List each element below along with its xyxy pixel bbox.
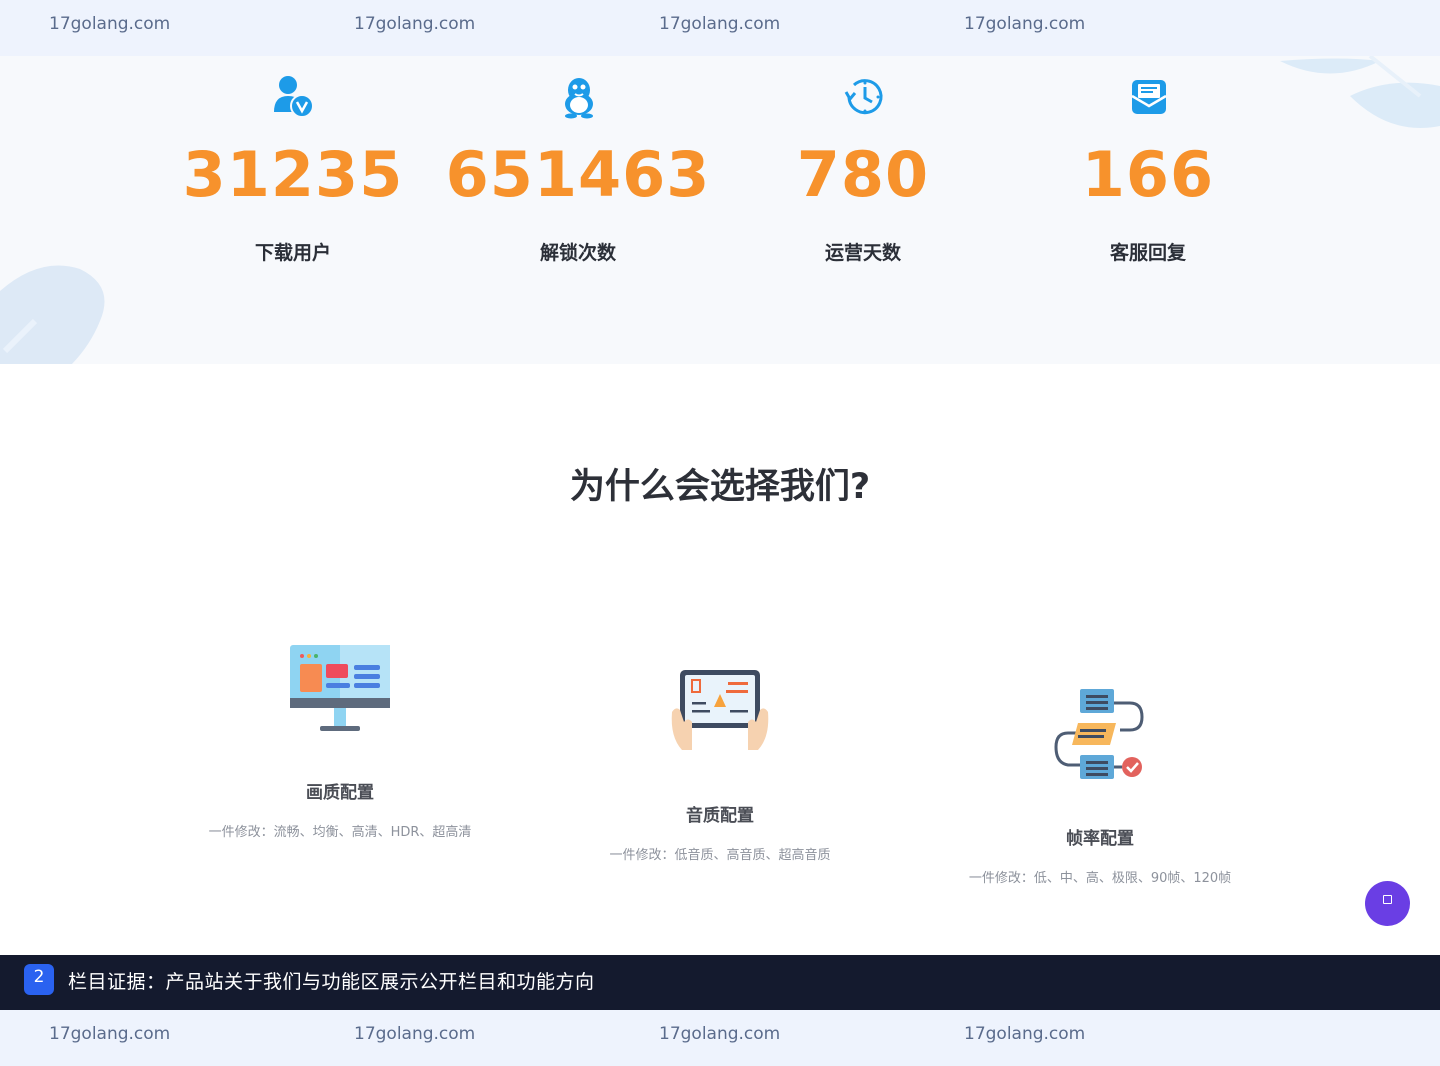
- stat-value: 651463: [445, 138, 711, 211]
- blob-decoration: [0, 265, 105, 364]
- feature-title: 音质配置: [686, 806, 754, 826]
- watermark-text: 17golang.com: [49, 1024, 171, 1044]
- workflow-icon: [1054, 689, 1144, 779]
- feature-title: 画质配置: [306, 783, 374, 803]
- mail-envelope-icon: [1131, 80, 1167, 114]
- feature-title: 帧率配置: [1066, 829, 1134, 849]
- feature-desc: 一件修改：低、中、高、极限、90帧、120帧: [968, 871, 1232, 886]
- stat-label: 解锁次数: [539, 242, 616, 264]
- stat-label: 下载用户: [254, 242, 331, 264]
- stats-section: 31235 下载用户 651463 解锁次数 780 运营天数 166 客服回复: [0, 56, 1440, 364]
- evidence-bar: 2 栏目证据：产品站关于我们与功能区展示公开栏目和功能方向: [0, 955, 1440, 1010]
- feature-desc: 一件修改：流畅、均衡、高清、HDR、超高清: [208, 825, 472, 840]
- watermark-bar-top: 17golang.com 17golang.com 17golang.com 1…: [0, 0, 1440, 56]
- floating-action-button[interactable]: [1365, 881, 1410, 926]
- monitor-icon: [290, 645, 390, 731]
- feature-desc: 一件修改：低音质、高音质、超高音质: [609, 848, 831, 863]
- watermark-bar-bottom: 17golang.com 17golang.com 17golang.com 1…: [0, 1010, 1440, 1066]
- stat-value: 166: [1081, 138, 1215, 211]
- leaf-decoration: [1280, 56, 1440, 128]
- section-title: 为什么会选择我们?: [569, 467, 871, 507]
- stat-value: 31235: [182, 138, 404, 211]
- evidence-text: 栏目证据：产品站关于我们与功能区展示公开栏目和功能方向: [68, 971, 595, 993]
- square-icon: [1383, 895, 1392, 904]
- clock-history-icon: [844, 79, 883, 115]
- watermark-text: 17golang.com: [659, 14, 781, 34]
- stat-label: 客服回复: [1109, 242, 1186, 264]
- watermark-text: 17golang.com: [964, 14, 1086, 34]
- step-badge: 2: [24, 964, 54, 995]
- watermark-text: 17golang.com: [659, 1024, 781, 1044]
- stat-label: 运营天数: [824, 242, 901, 264]
- watermark-text: 17golang.com: [354, 1024, 476, 1044]
- stat-value: 780: [796, 138, 930, 211]
- watermark-text: 17golang.com: [49, 14, 171, 34]
- qq-penguin-icon: [565, 78, 593, 119]
- user-verified-icon: [274, 76, 314, 118]
- tablet-hands-icon: [671, 670, 769, 750]
- watermark-text: 17golang.com: [354, 14, 476, 34]
- watermark-text: 17golang.com: [964, 1024, 1086, 1044]
